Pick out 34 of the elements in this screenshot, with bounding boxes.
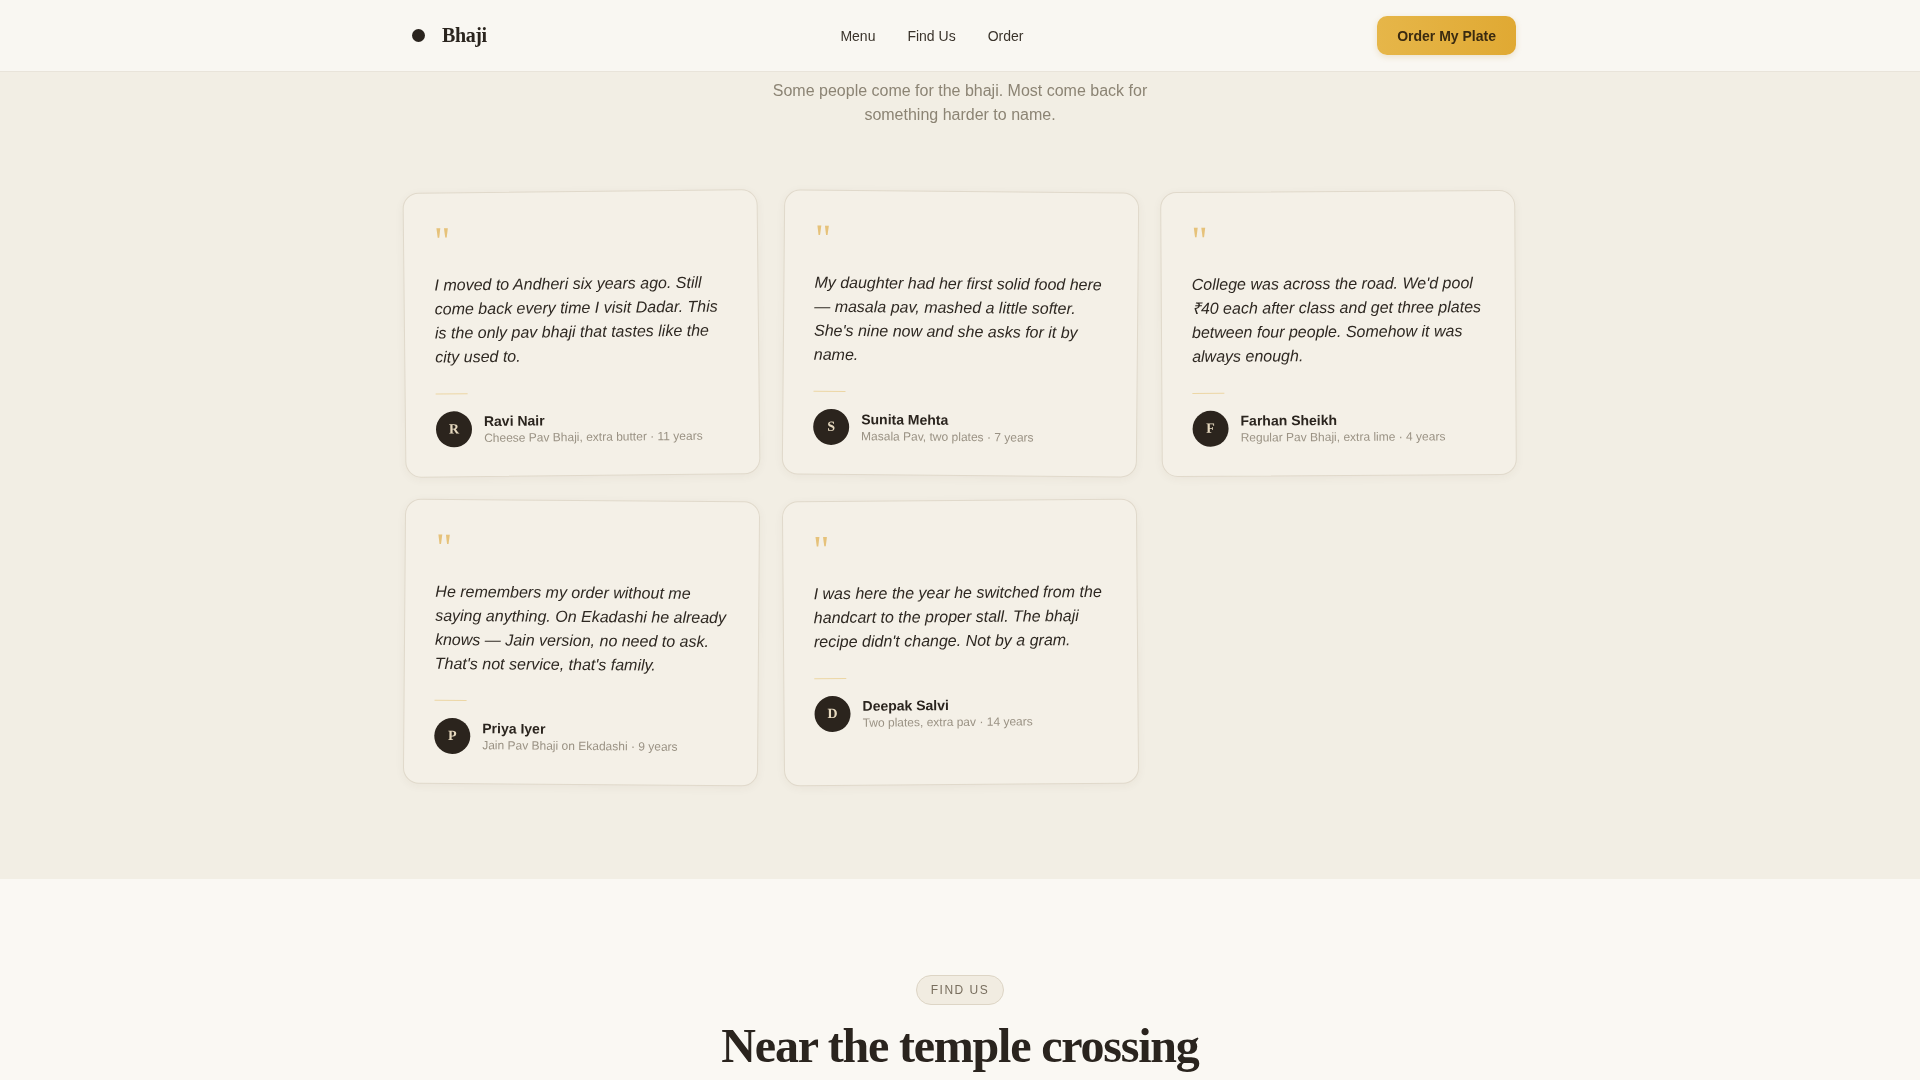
section-label: FIND US: [915, 975, 1005, 1005]
section-heading: Near the temple crossing: [721, 1019, 1199, 1072]
customer-name: Farhan Sheikh: [1240, 411, 1339, 429]
avatar: R: [435, 411, 473, 448]
avatar: P: [434, 717, 471, 755]
testimonial-quote: I moved to Andheri six years ago. Still come back every time I visit Dadar. This is the only pav bhaji that tastes like the city used to.: [434, 272, 719, 368]
quote-mark: ": [814, 218, 831, 243]
customer-name: Ravi Nair: [483, 411, 546, 429]
order-button[interactable]: Order My Plate: [1377, 16, 1516, 55]
customer-name: Sunita Mehta: [860, 411, 950, 429]
testimonial-quote: My daughter had her first solid food here — masala pav, mashed a little softer. She's nine now and she asks for it by name.: [813, 272, 1103, 366]
section-subtitle: Some people come for the bhaji. Most come back for something harder to name.: [771, 81, 1149, 125]
nav-link[interactable]: Order: [987, 27, 1024, 44]
testimonial-quote: College was across the road. We'd pool ₹40 each after class and get three plates between four people. Somehow it was always enough.: [1191, 273, 1483, 367]
customer-name: Priya Iyer: [482, 720, 547, 738]
testimonial-quote: He remembers my order without me saying anything. On Ekadashi he already knows — Jain version, no need to ask. That's not service, that's family.: [434, 581, 728, 676]
avatar: F: [1192, 410, 1229, 447]
order-detail: Jain Pav Bhaji on Ekadashi · 9 years: [482, 738, 678, 754]
quote-mark: ": [1191, 220, 1209, 245]
order-detail: Two plates, extra pav · 14 years: [862, 714, 1033, 730]
logo-dot-icon: [412, 29, 425, 42]
nav-link[interactable]: Find Us: [907, 27, 956, 44]
nav-link[interactable]: Menu: [840, 27, 876, 44]
quote-mark: ": [812, 530, 830, 555]
order-detail: Cheese Pav Bhaji, extra butter · 11 years: [484, 428, 703, 445]
quote-mark: ": [435, 527, 453, 552]
order-detail: Regular Pav Bhaji, extra lime · 4 years: [1240, 429, 1446, 445]
customer-name: Deepak Salvi: [862, 696, 950, 714]
order-detail: Masala Pav, two plates · 7 years: [860, 429, 1034, 445]
quote-mark: ": [433, 221, 451, 246]
avatar: D: [814, 695, 851, 733]
testimonial-quote: I was here the year he switched from the handcart to the proper stall. The bhaji recipe didn't change. Not by a gram.: [813, 581, 1103, 653]
avatar: S: [812, 408, 849, 446]
brand-name: Bhaji: [442, 24, 487, 47]
